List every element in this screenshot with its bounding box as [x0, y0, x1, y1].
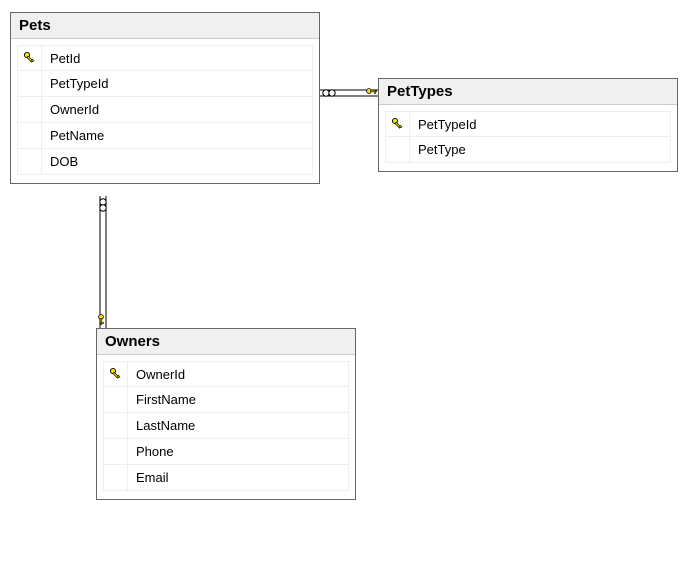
table-row[interactable]: FirstName — [103, 387, 349, 413]
table-pets-body: PetId PetTypeId OwnerId PetName DOB — [11, 39, 319, 183]
infinity-icon — [323, 90, 335, 96]
column-name: OwnerId — [128, 367, 348, 382]
column-name: Email — [128, 470, 348, 485]
column-name: PetId — [42, 51, 312, 66]
key-icon — [23, 51, 37, 65]
table-owners[interactable]: Owners OwnerId FirstName LastName Phone … — [96, 328, 356, 500]
relationship-pets-pettypes[interactable] — [320, 80, 378, 106]
table-row[interactable]: LastName — [103, 413, 349, 439]
pk-cell — [104, 413, 128, 438]
column-name: FirstName — [128, 392, 348, 407]
table-pettypes[interactable]: PetTypes PetTypeId PetType — [378, 78, 678, 172]
column-name: LastName — [128, 418, 348, 433]
table-owners-title: Owners — [97, 329, 355, 355]
table-row[interactable]: PetTypeId — [17, 71, 313, 97]
table-pets[interactable]: Pets PetId PetTypeId OwnerId PetName DOB — [10, 12, 320, 184]
table-row[interactable]: OwnerId — [17, 97, 313, 123]
infinity-icon — [100, 199, 106, 211]
fk-key-icon — [367, 89, 377, 94]
table-row[interactable]: PetName — [17, 123, 313, 149]
pk-cell — [104, 387, 128, 412]
pk-cell — [18, 149, 42, 174]
table-row[interactable]: PetId — [17, 45, 313, 71]
table-row[interactable]: OwnerId — [103, 361, 349, 387]
table-pets-title: Pets — [11, 13, 319, 39]
fk-key-icon — [99, 315, 104, 325]
column-name: PetTypeId — [42, 76, 312, 91]
relationship-pets-owners[interactable] — [90, 196, 116, 328]
table-pettypes-body: PetTypeId PetType — [379, 105, 677, 171]
pk-cell — [18, 46, 42, 70]
pk-cell — [104, 465, 128, 490]
column-name: PetName — [42, 128, 312, 143]
column-name: DOB — [42, 154, 312, 169]
table-row[interactable]: DOB — [17, 149, 313, 175]
table-pettypes-title: PetTypes — [379, 79, 677, 105]
pk-cell — [18, 97, 42, 122]
pk-cell — [18, 71, 42, 96]
pk-cell — [18, 123, 42, 148]
pk-cell — [386, 137, 410, 162]
column-name: PetTypeId — [410, 117, 670, 132]
table-row[interactable]: PetTypeId — [385, 111, 671, 137]
column-name: PetType — [410, 142, 670, 157]
pk-cell — [104, 439, 128, 464]
table-row[interactable]: PetType — [385, 137, 671, 163]
table-row[interactable]: Email — [103, 465, 349, 491]
pk-cell — [104, 362, 128, 386]
table-row[interactable]: Phone — [103, 439, 349, 465]
key-icon — [391, 117, 405, 131]
column-name: Phone — [128, 444, 348, 459]
key-icon — [109, 367, 123, 381]
pk-cell — [386, 112, 410, 136]
table-owners-body: OwnerId FirstName LastName Phone Email — [97, 355, 355, 499]
column-name: OwnerId — [42, 102, 312, 117]
